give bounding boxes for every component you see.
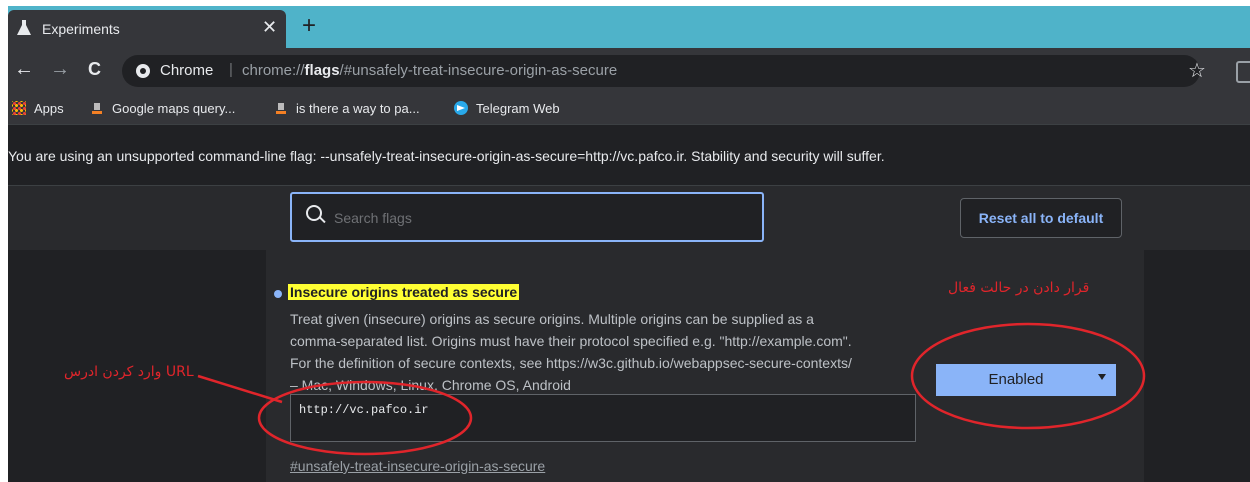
search-box[interactable]: [290, 192, 764, 242]
url-suffix: /#unsafely-treat-insecure-origin-as-secu…: [339, 62, 618, 79]
flag-state-select[interactable]: Enabled: [936, 364, 1116, 396]
telegram-icon: [454, 101, 468, 115]
stackoverflow-icon: [274, 101, 288, 115]
flag-description: Treat given (insecure) origins as secure…: [290, 308, 920, 396]
new-tab-button[interactable]: +: [302, 14, 316, 38]
url-separator: |: [229, 61, 233, 78]
bookmark-apps[interactable]: Apps: [12, 101, 64, 116]
apps-grid-icon: [12, 101, 26, 115]
origins-textarea[interactable]: http://vc.pafco.ir: [290, 394, 916, 442]
bookmarks-bar: Apps Google maps query... is there a way…: [8, 94, 1250, 124]
bookmark-is-there-a-way[interactable]: is there a way to pa...: [274, 101, 420, 116]
search-input[interactable]: [332, 206, 736, 230]
close-icon[interactable]: ✕: [262, 17, 277, 38]
flag-description-line: For the definition of secure contexts, s…: [290, 355, 852, 371]
annotation-enable-text: قرار دادن در حالت فعال: [948, 280, 1090, 296]
url-bold: flags: [304, 62, 340, 79]
stackoverflow-icon: [90, 101, 104, 115]
tab-strip: Experiments ✕ +: [8, 6, 1250, 48]
flag-description-line: – Mac, Windows, Linux, Chrome OS, Androi…: [290, 377, 571, 393]
chrome-icon: [136, 64, 150, 78]
bookmark-telegram-web[interactable]: Telegram Web: [454, 101, 560, 116]
reload-icon[interactable]: C: [88, 58, 101, 80]
bookmark-label: is there a way to pa...: [296, 101, 420, 116]
chevron-down-icon: [1098, 374, 1106, 380]
search-icon: [306, 205, 322, 221]
flag-state-value: Enabled: [988, 371, 1044, 388]
flask-icon: [17, 20, 31, 35]
toolbar: ← → C Chrome | chrome://flags/#unsafely-…: [8, 48, 1250, 94]
flags-header: Reset all to default: [8, 186, 1250, 250]
bookmark-google-maps-query[interactable]: Google maps query...: [90, 101, 235, 116]
back-icon[interactable]: ←: [14, 58, 34, 80]
extension-icon[interactable]: [1236, 61, 1250, 83]
bookmark-label: Google maps query...: [112, 101, 236, 116]
tab-experiments[interactable]: Experiments ✕: [8, 10, 286, 48]
browser-window: Experiments ✕ + ← → C Chrome | chrome://…: [8, 6, 1250, 482]
site-chip: Chrome: [160, 62, 214, 79]
address-bar[interactable]: Chrome | chrome://flags/#unsafely-treat-…: [122, 55, 1200, 87]
flag-description-line: Treat given (insecure) origins as secure…: [290, 311, 814, 327]
star-icon[interactable]: ☆: [1188, 58, 1206, 83]
forward-icon[interactable]: →: [50, 58, 70, 80]
warning-text: You are using an unsupported command-lin…: [8, 148, 885, 164]
bookmark-label: Telegram Web: [476, 101, 560, 116]
tab-title: Experiments: [42, 21, 120, 37]
flag-permalink[interactable]: #unsafely-treat-insecure-origin-as-secur…: [290, 458, 545, 474]
flag-title[interactable]: Insecure origins treated as secure: [288, 284, 520, 300]
reset-all-button[interactable]: Reset all to default: [960, 198, 1122, 238]
flag-description-line: comma-separated list. Origins must have …: [290, 333, 852, 349]
url-text: chrome://flags/#unsafely-treat-insecure-…: [242, 62, 617, 79]
warning-infobar: You are using an unsupported command-lin…: [8, 124, 1250, 186]
annotation-url-text: وارد کردن ادرس URL: [64, 364, 194, 380]
modified-indicator-icon: [274, 290, 282, 298]
url-prefix: chrome://: [242, 62, 305, 79]
bookmark-label: Apps: [34, 101, 64, 116]
